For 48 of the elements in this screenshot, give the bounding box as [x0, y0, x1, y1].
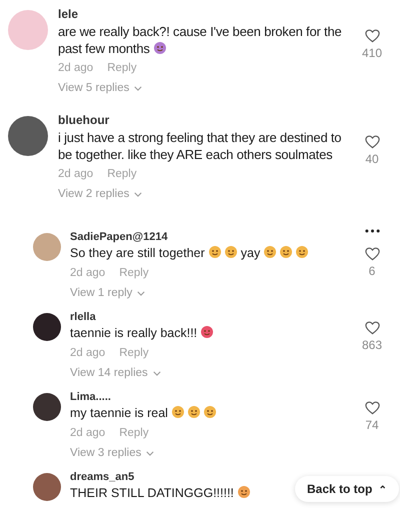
timestamp: 2d ago [70, 347, 106, 359]
heart-icon[interactable] [364, 29, 380, 43]
username[interactable]: SadiePapen@1214 [70, 231, 168, 243]
chevron-down-icon [134, 86, 142, 90]
reply-link[interactable]: Reply [107, 168, 137, 180]
username[interactable]: bluehour [58, 113, 110, 127]
chevron-down-icon [152, 370, 161, 376]
username[interactable]: dreams_an5 [70, 471, 134, 483]
timestamp: 2d ago [58, 62, 94, 74]
like-count: 410 [362, 46, 382, 60]
view-replies-link[interactable]: View 14 replies [70, 367, 354, 379]
like-count: 863 [362, 338, 382, 352]
more-options-icon[interactable] [364, 229, 380, 233]
comment-text: are we really back?! cause I've been broken for the past few months [58, 24, 342, 56]
heart-icon[interactable] [364, 135, 380, 149]
view-replies-link[interactable]: View 1 reply [70, 287, 354, 299]
view-replies-link[interactable]: View 3 replies [70, 447, 354, 459]
heart-icon[interactable] [364, 321, 380, 335]
comment-text: yay [240, 246, 260, 260]
heart-icon[interactable] [364, 401, 380, 415]
username[interactable]: rlella [70, 311, 96, 323]
timestamp: 2d ago [70, 267, 106, 279]
like-count: 40 [365, 152, 379, 166]
like-count: 74 [365, 418, 379, 432]
comment-text: THEIR STILL DATINGGG!!!!!! [70, 486, 234, 500]
comment-text: taennie is really back!!! [70, 326, 198, 340]
view-replies-link[interactable]: View 5 replies [58, 82, 348, 94]
username[interactable]: Lima..... [70, 391, 111, 403]
view-replies-link[interactable]: View 2 replies [58, 188, 348, 200]
like-count: 6 [368, 264, 376, 278]
chevron-down-icon [146, 450, 154, 456]
reply-link[interactable]: Reply [107, 62, 137, 74]
comment-text: i just have a strong feeling that they are destined to be together. like they ARE each others soulmates [58, 130, 342, 162]
reply-link[interactable]: Reply [119, 267, 149, 279]
username[interactable]: lele [58, 7, 78, 21]
avatar-photo[interactable] [33, 313, 61, 341]
timestamp: 2d ago [70, 427, 106, 439]
chevron-down-icon [137, 290, 146, 296]
back-to-top-button[interactable]: Back to top ⌃ [295, 476, 399, 502]
comment-text: my taennie is real [70, 406, 168, 420]
avatar-photo[interactable] [33, 393, 61, 421]
heart-icon[interactable] [364, 247, 380, 261]
reply-link[interactable]: Reply [119, 347, 149, 359]
chevron-down-icon [134, 192, 142, 196]
timestamp: 2d ago [58, 168, 94, 180]
comment-text: So they are still together [70, 246, 205, 260]
avatar-photo[interactable] [8, 116, 48, 156]
reply-link[interactable]: Reply [119, 427, 149, 439]
